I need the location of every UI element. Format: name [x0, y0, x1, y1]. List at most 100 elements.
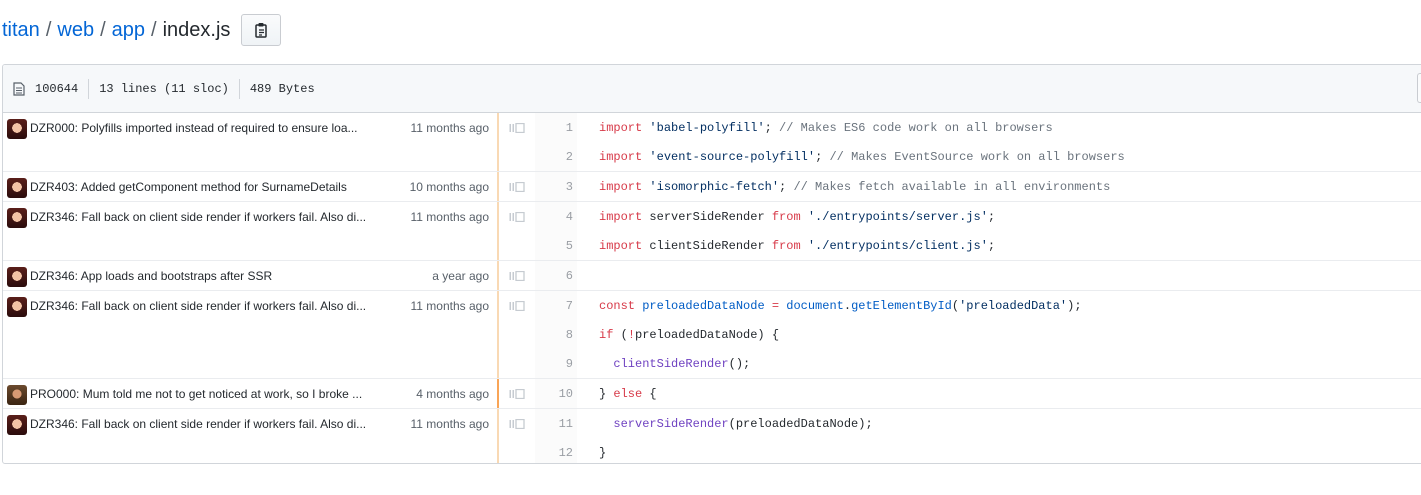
line-number[interactable]: 9 — [535, 349, 577, 378]
code-token: ; — [987, 238, 996, 253]
code-line: 5 import clientSideRender from './entrypo… — [535, 231, 1421, 260]
blame-hunk: DZR346: Fall back on client side render … — [3, 202, 1421, 261]
code-token: import — [599, 149, 643, 164]
code-token: 'babel-polyfill' — [649, 120, 765, 135]
author-avatar[interactable] — [7, 208, 27, 228]
code-line: 9 clientSideRender(); — [535, 349, 1421, 378]
breadcrumb-file-name: index.js — [162, 18, 231, 41]
code-token: ( — [613, 327, 628, 342]
line-number[interactable]: 11 — [535, 409, 577, 438]
code-token: preloadedDataNode — [642, 298, 765, 313]
blame-hunk: DZR346: App loads and bootstraps after S… — [3, 261, 1421, 291]
line-number[interactable]: 10 — [535, 379, 577, 408]
file-icon — [13, 81, 33, 96]
reblame-button[interactable] — [499, 379, 535, 408]
commit-age: a year ago — [432, 269, 489, 283]
line-number[interactable]: 7 — [535, 291, 577, 320]
clipboard-icon — [255, 23, 268, 38]
author-avatar[interactable] — [7, 297, 27, 317]
code-token: './entrypoints/client.js' — [807, 238, 988, 253]
code-line: 1 import 'babel-polyfill'; // Makes ES6 c… — [535, 113, 1421, 142]
code-token: document — [786, 298, 844, 313]
commit-info: DZR346: Fall back on client side render … — [3, 291, 499, 378]
blame-hunk: DZR000: Polyfills imported instead of re… — [3, 113, 1421, 172]
reblame-icon — [509, 271, 525, 281]
code-token: { — [642, 386, 657, 401]
code-content: import clientSideRender from './entrypoi… — [577, 239, 995, 253]
code-token: . — [843, 298, 852, 313]
code-line: 10} else { — [535, 379, 1421, 408]
reblame-button[interactable] — [499, 113, 535, 171]
author-avatar[interactable] — [7, 415, 27, 435]
code-content: import 'babel-polyfill'; // Makes ES6 co… — [577, 121, 1053, 135]
commit-info: DZR346: Fall back on client side render … — [3, 202, 499, 260]
file-header: 100644 13 lines (11 sloc) 489 Bytes — [3, 65, 1421, 113]
commit-age: 11 months ago — [410, 299, 490, 313]
line-number[interactable]: 8 — [535, 320, 577, 349]
line-number[interactable]: 3 — [535, 172, 577, 201]
commit-info: DZR346: App loads and bootstraps after S… — [3, 261, 499, 290]
raw-button[interactable] — [1417, 73, 1421, 103]
code-lines: 1 import 'babel-polyfill'; // Makes ES6 c… — [535, 113, 1421, 171]
author-avatar[interactable] — [7, 385, 27, 405]
code-token: } — [599, 386, 614, 401]
code-token: = — [771, 298, 780, 313]
commit-message-link[interactable]: DZR346: Fall back on client side render … — [30, 297, 411, 315]
reblame-button[interactable] — [499, 261, 535, 290]
commit-message-link[interactable]: DZR403: Added getComponent method for Su… — [30, 178, 410, 196]
reblame-button[interactable] — [499, 291, 535, 378]
code-token: 'isomorphic-fetch' — [649, 179, 780, 194]
line-number[interactable]: 1 — [535, 113, 577, 142]
code-token: serverSideRender — [613, 416, 729, 431]
author-avatar[interactable] — [7, 119, 27, 139]
reblame-icon — [509, 419, 525, 429]
code-content: import 'isomorphic-fetch'; // Makes fetc… — [577, 180, 1110, 194]
code-token: ; — [815, 149, 830, 164]
line-number[interactable]: 6 — [535, 261, 577, 290]
code-content: } — [577, 446, 606, 460]
reblame-button[interactable] — [499, 409, 535, 463]
reblame-icon — [509, 212, 525, 222]
code-token: ! — [627, 327, 636, 342]
commit-message-link[interactable]: DZR346: Fall back on client side render … — [30, 208, 411, 226]
author-avatar[interactable] — [7, 267, 27, 287]
code-token: // Makes fetch available in all environm… — [793, 179, 1111, 194]
breadcrumb-dir-link[interactable]: app — [112, 19, 145, 42]
code-token: import — [599, 209, 643, 224]
code-content: import 'event-source-polyfill'; // Makes… — [577, 150, 1125, 164]
code-token: ); — [1067, 298, 1082, 313]
line-number[interactable]: 2 — [535, 142, 577, 171]
blame-hunk: PRO000: Mum told me not to get noticed a… — [3, 379, 1421, 409]
reblame-button[interactable] — [499, 202, 535, 260]
blame-hunk: DZR346: Fall back on client side render … — [3, 409, 1421, 463]
commit-message-link[interactable]: DZR346: App loads and bootstraps after S… — [30, 267, 432, 285]
code-token: preloadedDataNode) { — [635, 327, 780, 342]
code-line: 8 if (!preloadedDataNode) { — [535, 320, 1421, 349]
commit-age: 4 months ago — [416, 387, 489, 401]
author-avatar[interactable] — [7, 178, 27, 198]
blame-table: DZR000: Polyfills imported instead of re… — [3, 113, 1421, 463]
file-mode: 100644 — [33, 78, 90, 99]
breadcrumb-dir-link[interactable]: web — [57, 19, 94, 42]
line-number[interactable]: 4 — [535, 202, 577, 231]
commit-message-link[interactable]: DZR000: Polyfills imported instead of re… — [30, 119, 411, 137]
code-line: 7 const preloadedDataNode = document.getE… — [535, 291, 1421, 320]
commit-message-link[interactable]: DZR346: Fall back on client side render … — [30, 415, 411, 433]
code-token: './entrypoints/server.js' — [807, 209, 988, 224]
line-number[interactable]: 5 — [535, 231, 577, 260]
line-number[interactable]: 12 — [535, 438, 577, 463]
code-token: import — [599, 179, 643, 194]
code-token: import — [599, 120, 643, 135]
reblame-button[interactable] — [499, 172, 535, 201]
commit-message-link[interactable]: PRO000: Mum told me not to get noticed a… — [30, 385, 416, 403]
blame-hunk: DZR346: Fall back on client side render … — [3, 291, 1421, 379]
breadcrumb-repo-link[interactable]: titan — [2, 19, 40, 42]
code-lines: 4 import serverSideRender from './entrypo… — [535, 202, 1421, 260]
copy-path-button[interactable] — [241, 14, 282, 46]
code-token: ( — [951, 298, 960, 313]
code-token: 'preloadedData' — [959, 298, 1068, 313]
